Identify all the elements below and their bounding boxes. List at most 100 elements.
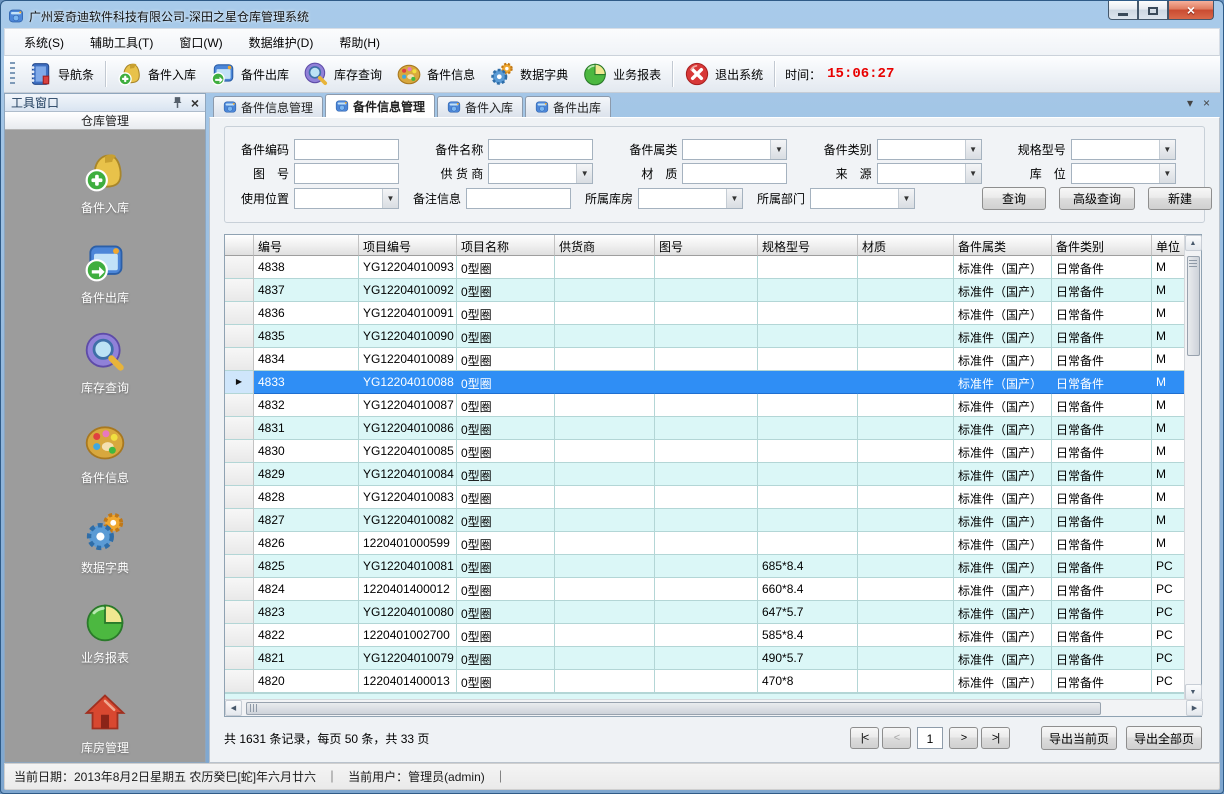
sidebar-section-header[interactable]: 仓库管理 bbox=[5, 112, 205, 130]
table-row[interactable]: 4831YG122040100860型圈标准件（国产）日常备件M bbox=[225, 417, 1185, 440]
table-row[interactable]: 4827YG122040100820型圈标准件（国产）日常备件M bbox=[225, 509, 1185, 532]
sidebar-item-data-dictionary[interactable]: 数据字典 bbox=[81, 510, 129, 576]
tab-parts-inbound[interactable]: 备件入库 bbox=[437, 96, 523, 117]
row-selector[interactable] bbox=[225, 624, 254, 647]
sidebar-item-parts-outbound[interactable]: 备件出库 bbox=[81, 240, 129, 306]
table-row[interactable]: 4829YG122040100840型圈标准件（国产）日常备件M bbox=[225, 463, 1185, 486]
scroll-right-icon[interactable]: ▶ bbox=[1186, 700, 1203, 716]
chevron-down-icon[interactable]: ▼ bbox=[382, 189, 398, 208]
menu-system[interactable]: 系统(S) bbox=[11, 30, 77, 55]
chevron-down-icon[interactable]: ▼ bbox=[898, 189, 914, 208]
pin-icon[interactable] bbox=[171, 96, 184, 109]
row-selector[interactable] bbox=[225, 670, 254, 693]
sidebar-item-warehouse-manage[interactable]: 库房管理 bbox=[81, 690, 129, 756]
vertical-scroll-thumb[interactable] bbox=[1187, 256, 1200, 356]
first-page-button[interactable]: |< bbox=[850, 727, 879, 749]
use-position-select[interactable]: ▼ bbox=[294, 188, 399, 209]
column-header[interactable]: 编号 bbox=[254, 235, 359, 256]
close-icon[interactable]: × bbox=[1203, 97, 1210, 109]
row-selector[interactable] bbox=[225, 509, 254, 532]
export-all-pages-button[interactable]: 导出全部页 bbox=[1126, 726, 1202, 750]
toolbar-parts-outbound[interactable]: 备件出库 bbox=[203, 58, 296, 90]
chevron-down-icon[interactable]: ▼ bbox=[965, 164, 981, 183]
table-row[interactable]: ▶4833YG122040100880型圈标准件（国产）日常备件M bbox=[225, 371, 1185, 394]
table-row[interactable]: 4825YG122040100810型圈685*8.4标准件（国产）日常备件PC bbox=[225, 555, 1185, 578]
table-row[interactable]: 4837YG122040100920型圈标准件（国产）日常备件M bbox=[225, 279, 1185, 302]
sidebar-item-business-report[interactable]: 业务报表 bbox=[81, 600, 129, 666]
row-selector-current[interactable]: ▶ bbox=[225, 371, 254, 394]
tab-parts-outbound[interactable]: 备件出库 bbox=[525, 96, 611, 117]
column-header[interactable]: 备件属类 bbox=[954, 235, 1052, 256]
source-select[interactable]: ▼ bbox=[877, 163, 982, 184]
query-button[interactable]: 查询 bbox=[982, 187, 1046, 210]
table-row[interactable]: 4836YG122040100910型圈标准件（国产）日常备件M bbox=[225, 302, 1185, 325]
row-selector[interactable] bbox=[225, 325, 254, 348]
new-button[interactable]: 新建 bbox=[1148, 187, 1212, 210]
tab-parts-info-manage-1[interactable]: 备件信息管理 bbox=[213, 96, 323, 117]
toolbar-parts-info[interactable]: 备件信息 bbox=[389, 58, 482, 90]
next-page-button[interactable]: > bbox=[949, 727, 978, 749]
row-selector[interactable] bbox=[225, 256, 254, 279]
column-header[interactable]: 材质 bbox=[858, 235, 954, 256]
sidebar-item-parts-inbound[interactable]: 备件入库 bbox=[81, 150, 129, 216]
menu-window[interactable]: 窗口(W) bbox=[166, 30, 235, 55]
chevron-down-icon[interactable]: ▾ bbox=[1187, 97, 1193, 109]
part-class-select[interactable]: ▼ bbox=[877, 139, 982, 160]
chevron-down-icon[interactable]: ▼ bbox=[965, 140, 981, 159]
scroll-up-icon[interactable]: ▲ bbox=[1185, 235, 1202, 251]
menu-tools[interactable]: 辅助工具(T) bbox=[77, 30, 166, 55]
row-selector[interactable] bbox=[225, 647, 254, 670]
close-icon[interactable]: × bbox=[191, 97, 199, 109]
table-row[interactable]: 4828YG122040100830型圈标准件（国产）日常备件M bbox=[225, 486, 1185, 509]
chevron-down-icon[interactable]: ▼ bbox=[576, 164, 592, 183]
column-header[interactable]: 项目编号 bbox=[359, 235, 457, 256]
part-category-select[interactable]: ▼ bbox=[682, 139, 787, 160]
table-row[interactable]: 4823YG122040100800型圈647*5.7标准件（国产）日常备件PC bbox=[225, 601, 1185, 624]
last-page-button[interactable]: >| bbox=[981, 727, 1010, 749]
chevron-down-icon[interactable]: ▼ bbox=[770, 140, 786, 159]
table-row[interactable]: 482612204010005990型圈标准件（国产）日常备件M bbox=[225, 532, 1185, 555]
drawing-no-input[interactable] bbox=[294, 163, 399, 184]
row-selector[interactable] bbox=[225, 302, 254, 325]
department-select[interactable]: ▼ bbox=[810, 188, 915, 209]
chevron-down-icon[interactable]: ▼ bbox=[726, 189, 742, 208]
page-number-input[interactable]: 1 bbox=[917, 727, 943, 749]
row-selector[interactable] bbox=[225, 601, 254, 624]
chevron-down-icon[interactable]: ▼ bbox=[1159, 140, 1175, 159]
table-row[interactable]: 4835YG122040100900型圈标准件（国产）日常备件M bbox=[225, 325, 1185, 348]
toolbar-stock-query[interactable]: 库存查询 bbox=[296, 58, 389, 90]
row-selector[interactable] bbox=[225, 279, 254, 302]
sidebar-item-stock-query[interactable]: 库存查询 bbox=[81, 330, 129, 396]
warehouse-select[interactable]: ▼ bbox=[638, 188, 743, 209]
toolbar-data-dictionary[interactable]: 数据字典 bbox=[482, 58, 575, 90]
toolbar-business-report[interactable]: 业务报表 bbox=[575, 58, 668, 90]
export-current-page-button[interactable]: 导出当前页 bbox=[1041, 726, 1117, 750]
row-selector[interactable] bbox=[225, 348, 254, 371]
close-button[interactable]: × bbox=[1168, 1, 1214, 20]
table-row[interactable]: 4834YG122040100890型圈标准件（国产）日常备件M bbox=[225, 348, 1185, 371]
column-header[interactable]: 单位 bbox=[1152, 235, 1185, 256]
toolbar-navigator[interactable]: 导航条 bbox=[20, 58, 101, 90]
tab-parts-info-manage-2-active[interactable]: 备件信息管理 bbox=[325, 94, 435, 117]
column-header[interactable]: 规格型号 bbox=[758, 235, 858, 256]
row-selector[interactable] bbox=[225, 463, 254, 486]
sidebar-item-parts-info[interactable]: 备件信息 bbox=[81, 420, 129, 486]
table-row[interactable]: 482212204010027000型圈585*8.4标准件（国产）日常备件PC bbox=[225, 624, 1185, 647]
table-row[interactable]: 482412204014000120型圈660*8.4标准件（国产）日常备件PC bbox=[225, 578, 1185, 601]
advanced-query-button[interactable]: 高级查询 bbox=[1059, 187, 1135, 210]
toolbar-exit-system[interactable]: 退出系统 bbox=[677, 58, 770, 90]
toolbar-parts-inbound[interactable]: 备件入库 bbox=[110, 58, 203, 90]
toolbar-grip[interactable] bbox=[10, 62, 15, 86]
table-row[interactable]: 4832YG122040100870型圈标准件（国产）日常备件M bbox=[225, 394, 1185, 417]
row-selector[interactable] bbox=[225, 578, 254, 601]
vertical-scrollbar[interactable]: ▲ ▼ bbox=[1184, 235, 1201, 700]
table-row[interactable]: 482012204014000130型圈470*8标准件（国产）日常备件PC bbox=[225, 670, 1185, 693]
row-selector[interactable] bbox=[225, 555, 254, 578]
table-row[interactable]: 4830YG122040100850型圈标准件（国产）日常备件M bbox=[225, 440, 1185, 463]
scroll-left-icon[interactable]: ◀ bbox=[225, 700, 242, 716]
column-header[interactable]: 备件类别 bbox=[1052, 235, 1152, 256]
row-selector[interactable] bbox=[225, 532, 254, 555]
chevron-down-icon[interactable]: ▼ bbox=[1159, 164, 1175, 183]
table-row[interactable]: 4838YG122040100930型圈标准件（国产）日常备件M bbox=[225, 256, 1185, 279]
column-header[interactable]: 图号 bbox=[655, 235, 758, 256]
